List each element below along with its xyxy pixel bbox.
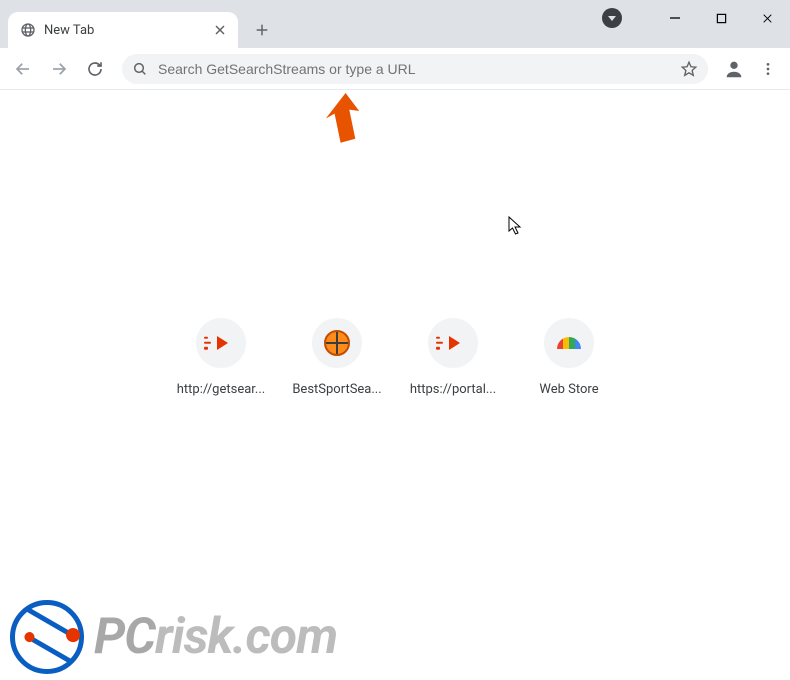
play-icon [217,336,228,350]
annotation-arrow-icon [314,90,360,146]
extension-badge[interactable] [602,8,622,28]
maximize-icon [716,13,727,24]
reload-icon [86,60,104,78]
window-titlebar: New Tab [0,0,790,48]
search-input[interactable] [158,61,670,77]
menu-button[interactable] [754,55,782,83]
reload-button[interactable] [80,54,110,84]
watermark: PCrisk.com [10,600,337,674]
minimize-button[interactable] [652,0,698,36]
kebab-icon [760,61,776,77]
browser-tab[interactable]: New Tab [8,12,238,48]
plus-icon [254,22,270,38]
watermark-logo-icon [10,600,84,674]
window-controls [602,0,790,36]
webstore-icon [557,337,581,349]
shortcut-label: BestSportSea... [292,382,381,397]
shortcut-tile[interactable]: https://portal... [407,318,499,397]
maximize-button[interactable] [698,0,744,36]
arrow-right-icon [50,60,68,78]
minimize-icon [669,12,681,24]
bookmark-star-icon[interactable] [680,60,698,78]
basketball-icon [324,330,350,356]
person-icon [723,58,745,80]
shortcut-favicon [428,318,478,368]
play-icon [449,336,460,350]
watermark-suffix: risk.com [155,608,337,666]
address-bar[interactable] [122,54,708,84]
shortcut-tile[interactable]: Web Store [523,318,615,397]
shortcut-label: http://getsear... [177,382,265,397]
new-tab-content: http://getsear... BestSportSea... https:… [0,90,790,680]
shortcut-favicon [312,318,362,368]
shortcut-favicon [196,318,246,368]
shortcut-label: https://portal... [410,382,496,397]
close-icon [761,12,774,25]
cursor-icon [508,216,522,236]
shortcut-tile[interactable]: BestSportSea... [291,318,383,397]
window-close-button[interactable] [744,0,790,36]
back-button[interactable] [8,54,38,84]
globe-icon [20,22,36,38]
shortcuts-row: http://getsear... BestSportSea... https:… [175,318,615,397]
watermark-text: PCrisk.com [94,608,337,666]
shortcut-tile[interactable]: http://getsear... [175,318,267,397]
arrow-left-icon [14,60,32,78]
close-icon[interactable] [212,22,228,38]
toolbar [0,48,790,90]
search-icon [132,61,148,77]
new-tab-button[interactable] [248,16,276,44]
forward-button[interactable] [44,54,74,84]
profile-button[interactable] [720,55,748,83]
tab-title: New Tab [44,23,204,38]
shortcut-favicon [544,318,594,368]
shortcut-label: Web Store [539,382,598,397]
watermark-prefix: PC [94,608,155,666]
